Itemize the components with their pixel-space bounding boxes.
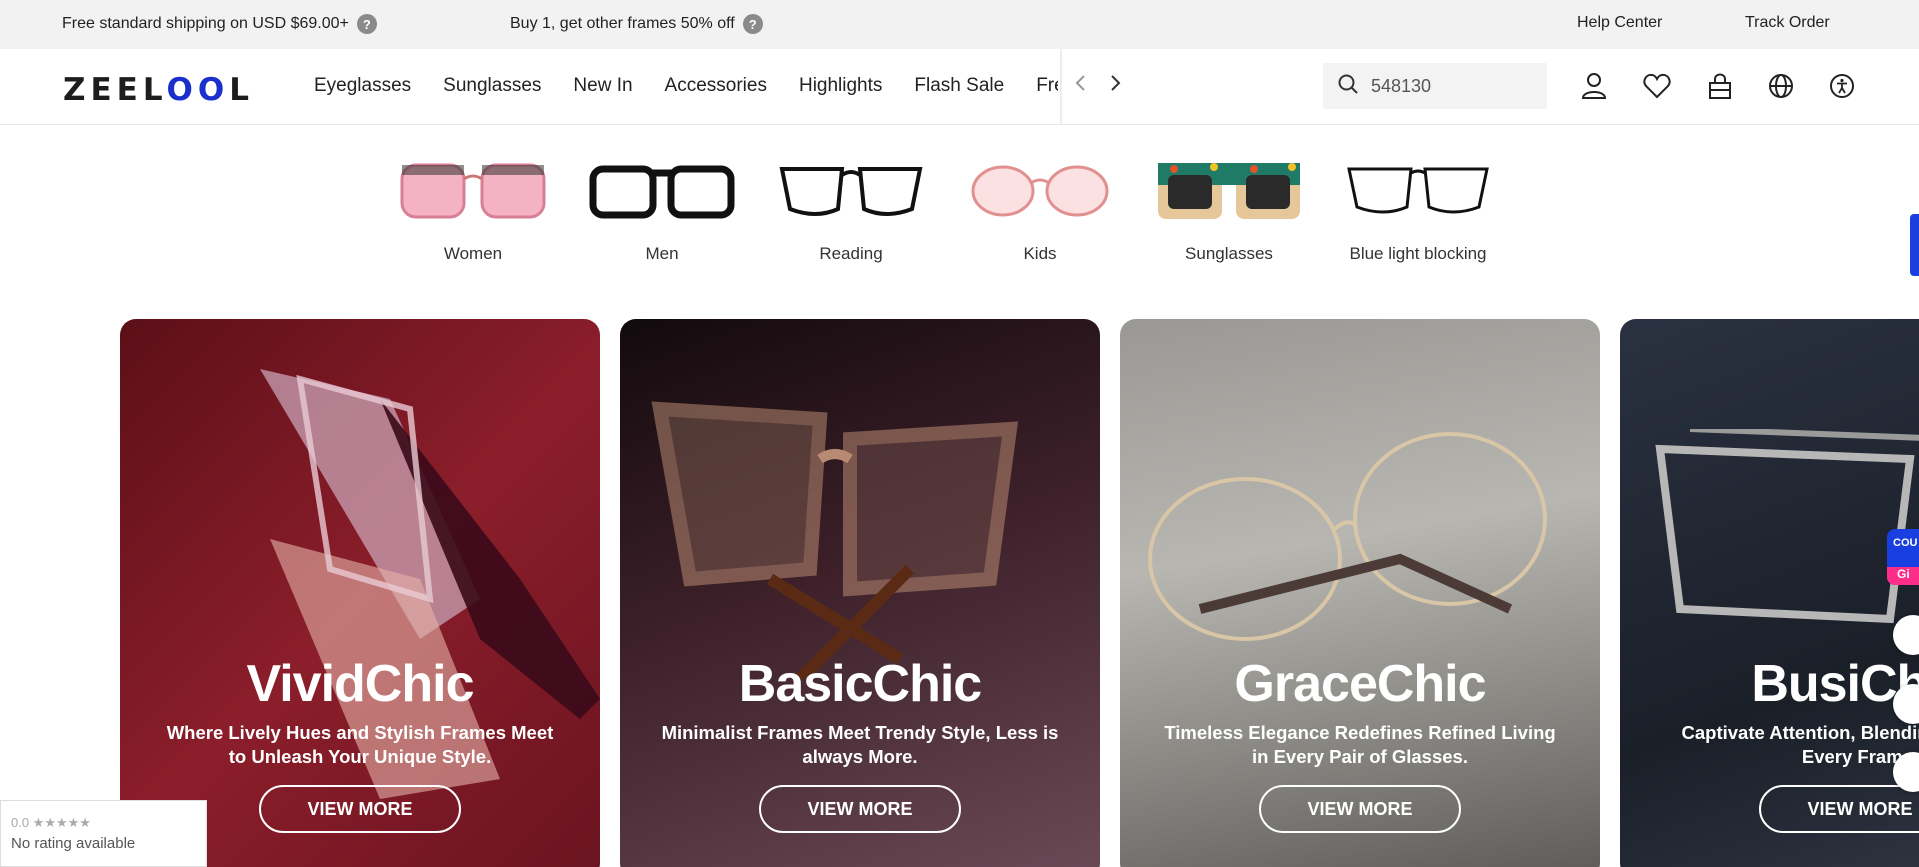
category-men[interactable]: Men (582, 152, 742, 264)
view-more-button[interactable]: VIEW MORE (259, 785, 461, 833)
nav-new-in[interactable]: New In (573, 75, 632, 105)
nav-flash-sale[interactable]: Flash Sale (914, 75, 1004, 105)
search-box[interactable] (1323, 63, 1547, 109)
coupon-widget[interactable]: COU Gi (1887, 529, 1919, 585)
kids-glasses-icon (960, 152, 1120, 227)
rating-text: No rating available (11, 835, 136, 852)
accessibility-icon[interactable] (1827, 71, 1857, 101)
account-icon[interactable] (1579, 71, 1609, 101)
help-center-link[interactable]: Help Center (1577, 14, 1662, 32)
frames-promo: Buy 1, get other frames 50% off ? (510, 14, 763, 34)
busichic-glasses-image (1655, 429, 1919, 624)
reading-glasses-icon (771, 152, 931, 227)
category-kids[interactable]: Kids (960, 152, 1120, 264)
category-women[interactable]: Women (393, 152, 553, 264)
rating-badge[interactable]: 0.0 ★★★★★ No rating available (0, 800, 207, 867)
card-description: Where Lively Hues and Stylish Frames Mee… (166, 722, 554, 767)
category-label: Men (645, 244, 679, 263)
view-more-button[interactable]: VIEW MORE (1759, 785, 1919, 833)
category-label: Women (443, 244, 503, 263)
nav-prev-icon[interactable] (1074, 73, 1088, 99)
search-icon (1337, 73, 1359, 100)
card-description: Timeless Elegance Redefines Refined Livi… (1164, 722, 1556, 767)
collection-card-gracechic[interactable]: GraceChic Timeless Elegance Redefines Re… (1120, 319, 1600, 867)
blue-light-glasses-icon (1338, 152, 1498, 227)
promo-bar: Free standard shipping on USD $69.00+ ? … (0, 0, 1919, 49)
card-title: BusiChic (1751, 655, 1919, 713)
collection-card-vividchic[interactable]: VividChic Where Lively Hues and Stylish … (120, 319, 600, 867)
category-sunglasses[interactable]: Sunglasses (1149, 152, 1309, 264)
card-title: GraceChic (1234, 655, 1486, 713)
women-glasses-icon (393, 152, 553, 227)
nav-sunglasses[interactable]: Sunglasses (443, 75, 541, 105)
view-more-button[interactable]: VIEW MORE (759, 785, 961, 833)
help-question-icon[interactable]: ? (356, 14, 377, 34)
gracechic-glasses-image (1148, 432, 1547, 641)
nav-accessories[interactable]: Accessories (665, 75, 767, 105)
card-title: BasicChic (738, 655, 982, 713)
help-question-icon[interactable]: ? (742, 14, 763, 34)
card-title: VividChic (246, 655, 474, 713)
cart-bag-icon[interactable] (1705, 71, 1735, 101)
view-more-button[interactable]: VIEW MORE (1259, 785, 1461, 833)
basicchic-glasses-image (651, 401, 1019, 679)
card-description: Minimalist Frames Meet Trendy Style, Les… (661, 722, 1059, 767)
language-globe-icon[interactable] (1766, 71, 1796, 101)
category-label: Sunglasses (1185, 244, 1273, 263)
nav-free[interactable]: Free (1036, 75, 1058, 105)
category-label: Reading (819, 244, 883, 263)
track-order-link[interactable]: Track Order (1745, 14, 1830, 32)
men-glasses-icon (582, 152, 742, 227)
category-label: Kids (1023, 244, 1057, 263)
category-blue-light[interactable]: Blue light blocking (1338, 152, 1498, 264)
collection-card-basicchic[interactable]: BasicChic Minimalist Frames Meet Trendy … (620, 319, 1100, 867)
coupon-gift-label: Gi (1887, 567, 1919, 585)
collection-carousel: VividChic Where Lively Hues and Stylish … (120, 319, 1919, 867)
search-input[interactable] (1371, 75, 1531, 97)
category-reading[interactable]: Reading (771, 152, 931, 264)
main-nav: Eyeglasses Sunglasses New In Accessories… (314, 75, 1058, 105)
card-description: Captivate Attention, Blending Comfort in… (1681, 722, 1919, 767)
side-tab[interactable] (1910, 214, 1919, 276)
shipping-promo: Free standard shipping on USD $69.00+ ? (62, 14, 377, 34)
shipping-promo-text: Free standard shipping on USD $69.00+ (62, 15, 349, 32)
nav-next-icon[interactable] (1108, 73, 1122, 99)
sunglasses-icon (1149, 152, 1309, 227)
category-label: Blue light blocking (1349, 244, 1487, 263)
nav-eyeglasses[interactable]: Eyeglasses (314, 75, 411, 105)
nav-divider (1060, 49, 1062, 125)
nav-highlights[interactable]: Highlights (799, 75, 882, 105)
wishlist-heart-icon[interactable] (1642, 71, 1672, 101)
main-header: ZEELOOL Eyeglasses Sunglasses New In Acc… (0, 49, 1919, 125)
coupon-label: COU (1893, 537, 1918, 549)
rating-stars: 0.0 ★★★★★ (11, 815, 91, 830)
collection-card-busichic[interactable]: BusiChic Captivate Attention, Blending C… (1620, 319, 1919, 867)
frames-promo-text: Buy 1, get other frames 50% off (510, 15, 735, 32)
zeelool-logo[interactable]: ZEELOOL (63, 72, 254, 108)
